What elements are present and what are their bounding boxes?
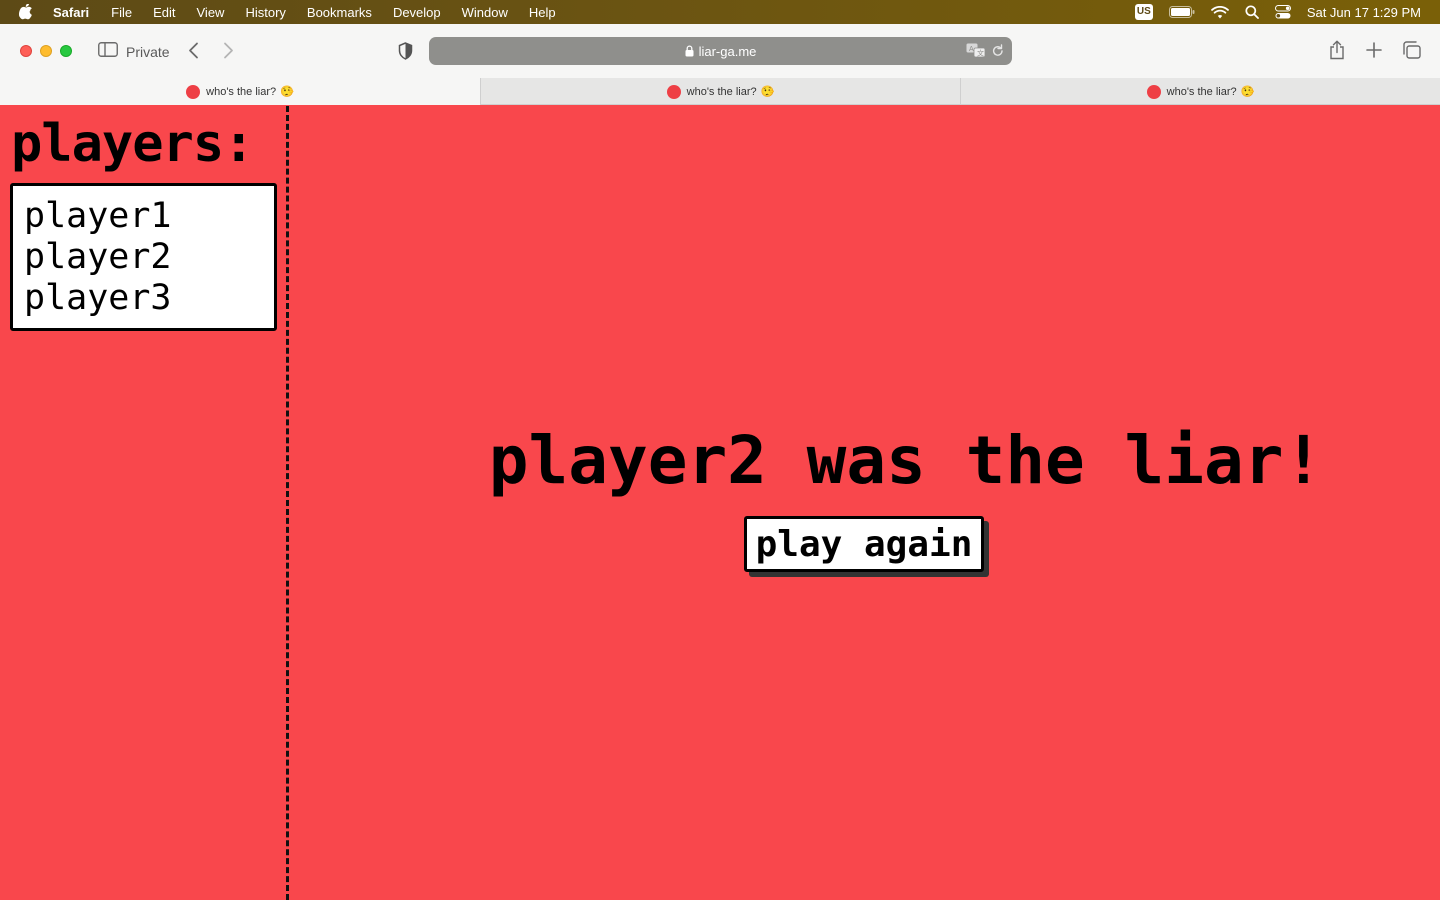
tab-emoji: 🤥	[280, 86, 294, 98]
chevron-left-icon	[188, 42, 199, 64]
battery-icon[interactable]	[1168, 6, 1195, 18]
tab-title: who's the liar?	[206, 85, 277, 98]
browser-tab-1[interactable]: who's the liar? 🤥	[0, 78, 480, 105]
player-list-item: player3	[24, 278, 172, 318]
tab-emoji: 🤥	[760, 86, 775, 98]
share-icon	[1329, 40, 1345, 65]
keyboard-layout-badge[interactable]: US	[1134, 4, 1153, 20]
svg-text:文: 文	[977, 49, 984, 58]
privacy-report-button[interactable]	[398, 42, 413, 65]
fullscreen-window-button[interactable]	[60, 45, 72, 57]
players-heading: players:	[11, 114, 254, 174]
window-controls	[20, 45, 80, 57]
game-page: players: player1 player2 player3 player2…	[0, 106, 1440, 900]
plus-icon	[1366, 42, 1382, 63]
favicon-icon	[666, 84, 681, 99]
player-list-item: player1	[24, 196, 172, 236]
forward-button[interactable]	[223, 42, 234, 64]
browser-tab-3[interactable]: who's the liar? 🤥	[960, 78, 1440, 105]
menu-develop[interactable]: Develop	[393, 5, 441, 20]
share-button[interactable]	[1329, 40, 1345, 65]
player-list-item: player2	[24, 237, 172, 277]
menu-file[interactable]: File	[111, 5, 132, 20]
tab-title: who's the liar?	[1166, 85, 1237, 98]
browser-tab-2[interactable]: who's the liar? 🤥	[480, 78, 960, 105]
address-url: liar-ga.me	[698, 43, 757, 59]
back-button[interactable]	[188, 42, 199, 64]
tab-title: who's the liar?	[686, 85, 757, 98]
svg-text:A: A	[969, 46, 974, 53]
browser-toolbar: Private liar-ga.me A文	[0, 24, 1440, 78]
menu-view[interactable]: View	[197, 5, 225, 20]
close-window-button[interactable]	[20, 45, 32, 57]
minimize-window-button[interactable]	[40, 45, 52, 57]
new-tab-button[interactable]	[1366, 42, 1382, 63]
favicon-icon	[1146, 84, 1161, 99]
shield-icon	[398, 42, 413, 65]
wifi-icon[interactable]	[1210, 5, 1229, 19]
chevron-right-icon	[223, 42, 234, 64]
menu-window[interactable]: Window	[462, 5, 508, 20]
menu-app-safari[interactable]: Safari	[53, 5, 89, 20]
tab-overview-icon	[1402, 41, 1421, 64]
menu-history[interactable]: History	[245, 5, 285, 20]
tab-emoji: 🤥	[1240, 86, 1255, 98]
menubar-clock[interactable]: Sat Jun 17 1:29 PM	[1307, 5, 1421, 20]
menu-help[interactable]: Help	[529, 5, 556, 20]
translate-icon[interactable]: A文	[966, 43, 986, 58]
private-mode-label: Private	[126, 44, 170, 60]
reload-icon[interactable]	[992, 44, 1004, 57]
sidebar-toggle-button[interactable]: Private	[98, 42, 170, 62]
play-again-button[interactable]: play again	[744, 516, 984, 572]
tab-bar: who's the liar? 🤥 who's the liar? 🤥 who'…	[0, 78, 1440, 105]
menu-edit[interactable]: Edit	[153, 5, 175, 20]
menu-bar: Safari File Edit View History Bookmarks …	[0, 0, 1440, 24]
players-list: player1 player2 player3	[10, 183, 277, 331]
sidebar-icon	[98, 42, 118, 62]
result-message: player2 was the liar!	[488, 422, 1324, 499]
game-main-area: player2 was the liar! play again	[292, 106, 1440, 900]
control-center-icon[interactable]	[1274, 5, 1291, 19]
tab-overview-button[interactable]	[1402, 41, 1421, 64]
address-bar[interactable]: liar-ga.me A文	[429, 37, 1012, 65]
favicon-icon	[186, 84, 201, 99]
spotlight-search-icon[interactable]	[1245, 5, 1259, 19]
menu-bookmarks[interactable]: Bookmarks	[307, 5, 372, 20]
lock-icon	[685, 45, 694, 57]
players-sidebar: players: player1 player2 player3	[0, 106, 289, 900]
apple-menu-icon[interactable]	[19, 3, 37, 21]
